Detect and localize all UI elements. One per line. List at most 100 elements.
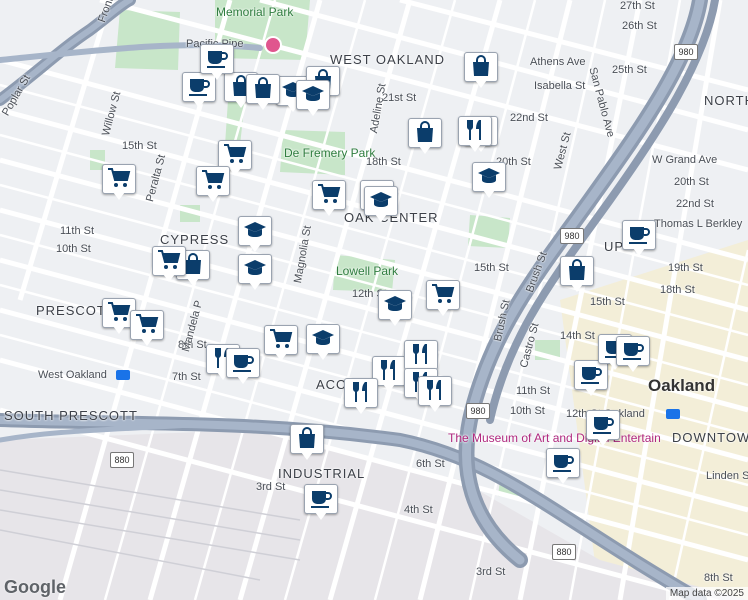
street-label: 10th St [56,243,91,255]
school-icon [384,296,406,311]
grocery-icon [136,314,159,333]
station-label: West Oakland [38,369,107,381]
restaurant-icon [413,344,427,364]
school-marker[interactable] [472,162,506,200]
coffee-icon [623,343,644,360]
shopping-icon [473,55,489,76]
school-marker[interactable] [306,324,340,362]
street-label: 26th St [622,20,657,32]
grocery-icon [224,144,247,163]
school-marker[interactable] [378,290,412,328]
coffee-icon [207,51,228,68]
park-label: De Fremery Park [284,146,376,160]
coffee-icon [233,355,254,372]
shopping-icon [569,259,585,280]
poi-pin-icon[interactable] [264,36,282,54]
school-icon [370,192,392,207]
shopping-marker[interactable] [246,74,280,112]
street-label: 15th St [474,262,509,274]
highway-shield: 880 [110,452,134,468]
street-label: 22nd St [510,112,548,124]
school-marker[interactable] [296,80,330,118]
highway-shield: 880 [552,544,576,560]
street-label: 3rd St [476,566,506,578]
neighborhood-label: SOUTH PRESCOTT [4,408,138,423]
grocery-icon [158,250,181,269]
grocery-icon [270,329,293,348]
shopping-icon [417,121,433,142]
school-icon [244,260,266,275]
school-icon [302,86,324,101]
neighborhood-label: INDUSTRIAL [278,466,366,481]
shopping-marker[interactable] [290,424,324,462]
street-label: 20th St [674,176,709,188]
street-label: 21st St [382,92,417,104]
street-label: 22nd St [676,198,714,210]
coffee-icon [629,227,650,244]
coffee-marker[interactable] [226,348,260,386]
street-label: Isabella St [534,80,586,92]
street-label: 3rd St [256,481,286,493]
coffee-marker[interactable] [616,336,650,374]
grocery-icon [432,284,455,303]
rail-station-icon[interactable] [116,370,130,380]
coffee-marker[interactable] [304,484,338,522]
grocery-marker[interactable] [426,280,460,318]
coffee-marker[interactable] [200,44,234,82]
coffee-icon [311,491,332,508]
grocery-marker[interactable] [102,164,136,202]
street-label: 11th St [516,385,551,397]
neighborhood-label: WEST OAKLAND [330,52,446,67]
shopping-icon [299,427,315,448]
street-label: Thomas L Berkley [654,218,743,230]
restaurant-marker[interactable] [418,376,452,414]
street-label: 14th St [560,330,595,342]
street-label: Linden St [706,470,748,482]
street-label: 18th St [366,156,401,168]
coffee-marker[interactable] [586,410,620,448]
highway-shield: 980 [674,44,698,60]
grocery-marker[interactable] [152,246,186,284]
grocery-icon [318,184,341,203]
school-marker[interactable] [238,216,272,254]
street-label: 7th St [172,371,201,383]
shopping-marker[interactable] [560,256,594,294]
shopping-icon [255,77,271,98]
grocery-marker[interactable] [130,310,164,348]
shopping-marker[interactable] [408,118,442,156]
restaurant-icon [467,120,481,140]
poi-label: The Museum of Art and Digital Entertain [448,431,661,445]
street-label: 8th St [704,572,733,584]
school-marker[interactable] [238,254,272,292]
coffee-marker[interactable] [546,448,580,486]
neighborhood-label: CYPRESS [160,232,230,247]
street-label: 18th St [660,284,695,296]
neighborhood-label: ACO [316,377,348,392]
coffee-marker[interactable] [622,220,656,258]
park-label: Lowell Park [336,264,399,278]
street-label: Athens Ave [530,56,586,68]
grocery-marker[interactable] [196,166,230,204]
restaurant-marker[interactable] [458,116,492,154]
coffee-icon [553,455,574,472]
grocery-icon [202,170,225,189]
neighborhood-label: NORTH - WAV [704,93,748,108]
school-marker[interactable] [364,186,398,224]
shopping-marker[interactable] [464,52,498,90]
school-icon [312,330,334,345]
coffee-icon [593,417,614,434]
street-label: 11th St [60,225,95,237]
school-icon [244,222,266,237]
map-canvas[interactable]: Memorial Park De Fremery Park Lowell Par… [0,0,748,600]
street-label: 19th St [668,262,703,274]
restaurant-icon [353,382,367,402]
rail-station-icon[interactable] [666,409,680,419]
restaurant-marker[interactable] [344,378,378,416]
grocery-marker[interactable] [312,180,346,218]
street-label: 10th St [510,405,545,417]
map-attribution[interactable]: Map data ©2025 [665,587,748,600]
city-label: Oakland [648,376,716,395]
park-label: Memorial Park [216,5,294,19]
google-logo: Google [4,577,66,597]
grocery-marker[interactable] [264,325,298,363]
